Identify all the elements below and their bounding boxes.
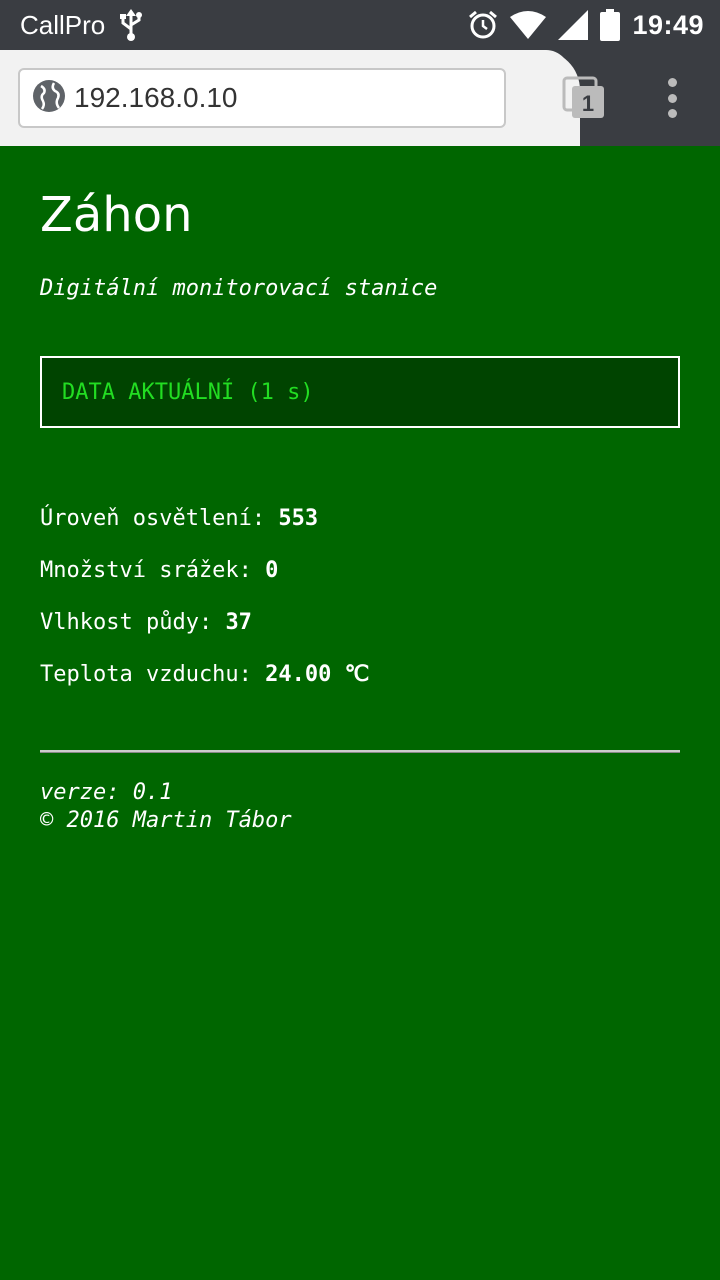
reading-precipitation: Množství srážek: 0 — [40, 556, 680, 608]
status-bar: CallPro 19:49 — [0, 0, 720, 50]
reading-label: Vlhkost půdy: — [40, 610, 226, 635]
reading-label: Úroveň osvětlení: — [40, 506, 279, 531]
usb-icon — [119, 9, 143, 41]
carrier-name: CallPro — [20, 9, 106, 40]
reading-value: 553 — [278, 506, 319, 531]
battery-icon — [600, 9, 621, 41]
footer: verze: 0.1 © 2016 Martin Tábor — [40, 779, 680, 835]
tab-switcher-icon[interactable]: 1 — [562, 76, 608, 122]
version-text: verze: 0.1 — [40, 780, 173, 805]
signal-icon — [558, 10, 589, 40]
url-text[interactable]: 192.168.0.10 — [74, 82, 238, 114]
browser-toolbar: 192.168.0.10 1 — [0, 50, 720, 146]
status-right: 19:49 — [468, 9, 704, 41]
menu-dot — [667, 78, 677, 87]
wifi-icon — [510, 11, 547, 39]
page-title: Záhon — [40, 187, 193, 243]
menu-dot — [667, 109, 677, 118]
status-left: CallPro — [20, 9, 143, 41]
alarm-icon — [468, 10, 498, 40]
data-status-text: DATA AKTUÁLNÍ (1 s) — [62, 379, 314, 405]
reading-soil-moisture: Vlhkost půdy: 37 — [40, 608, 680, 660]
tab-count: 1 — [582, 91, 594, 116]
globe-icon — [32, 79, 66, 117]
reading-value: 24.00 ℃ — [265, 662, 370, 687]
readings-list: Úroveň osvětlení: 553 Množství srážek: 0… — [40, 504, 680, 712]
reading-light-level: Úroveň osvětlení: 553 — [40, 504, 680, 556]
page-content: Záhon Digitální monitorovací stanice DAT… — [40, 146, 680, 835]
menu-dot — [667, 93, 677, 103]
page-subtitle: Digitální monitorovací stanice — [40, 276, 438, 301]
divider — [40, 750, 680, 753]
reading-label: Množství srážek: — [40, 558, 266, 583]
menu-icon[interactable] — [658, 78, 686, 118]
reading-value: 37 — [225, 610, 252, 635]
data-status-box: DATA AKTUÁLNÍ (1 s) — [40, 356, 680, 428]
reading-label: Teplota vzduchu: — [40, 662, 266, 687]
reading-air-temperature: Teplota vzduchu: 24.00 ℃ — [40, 660, 680, 712]
clock: 19:49 — [632, 9, 704, 40]
reading-value: 0 — [265, 558, 279, 583]
url-bar[interactable]: 192.168.0.10 — [18, 68, 506, 128]
copyright-text: © 2016 Martin Tábor — [40, 808, 292, 833]
